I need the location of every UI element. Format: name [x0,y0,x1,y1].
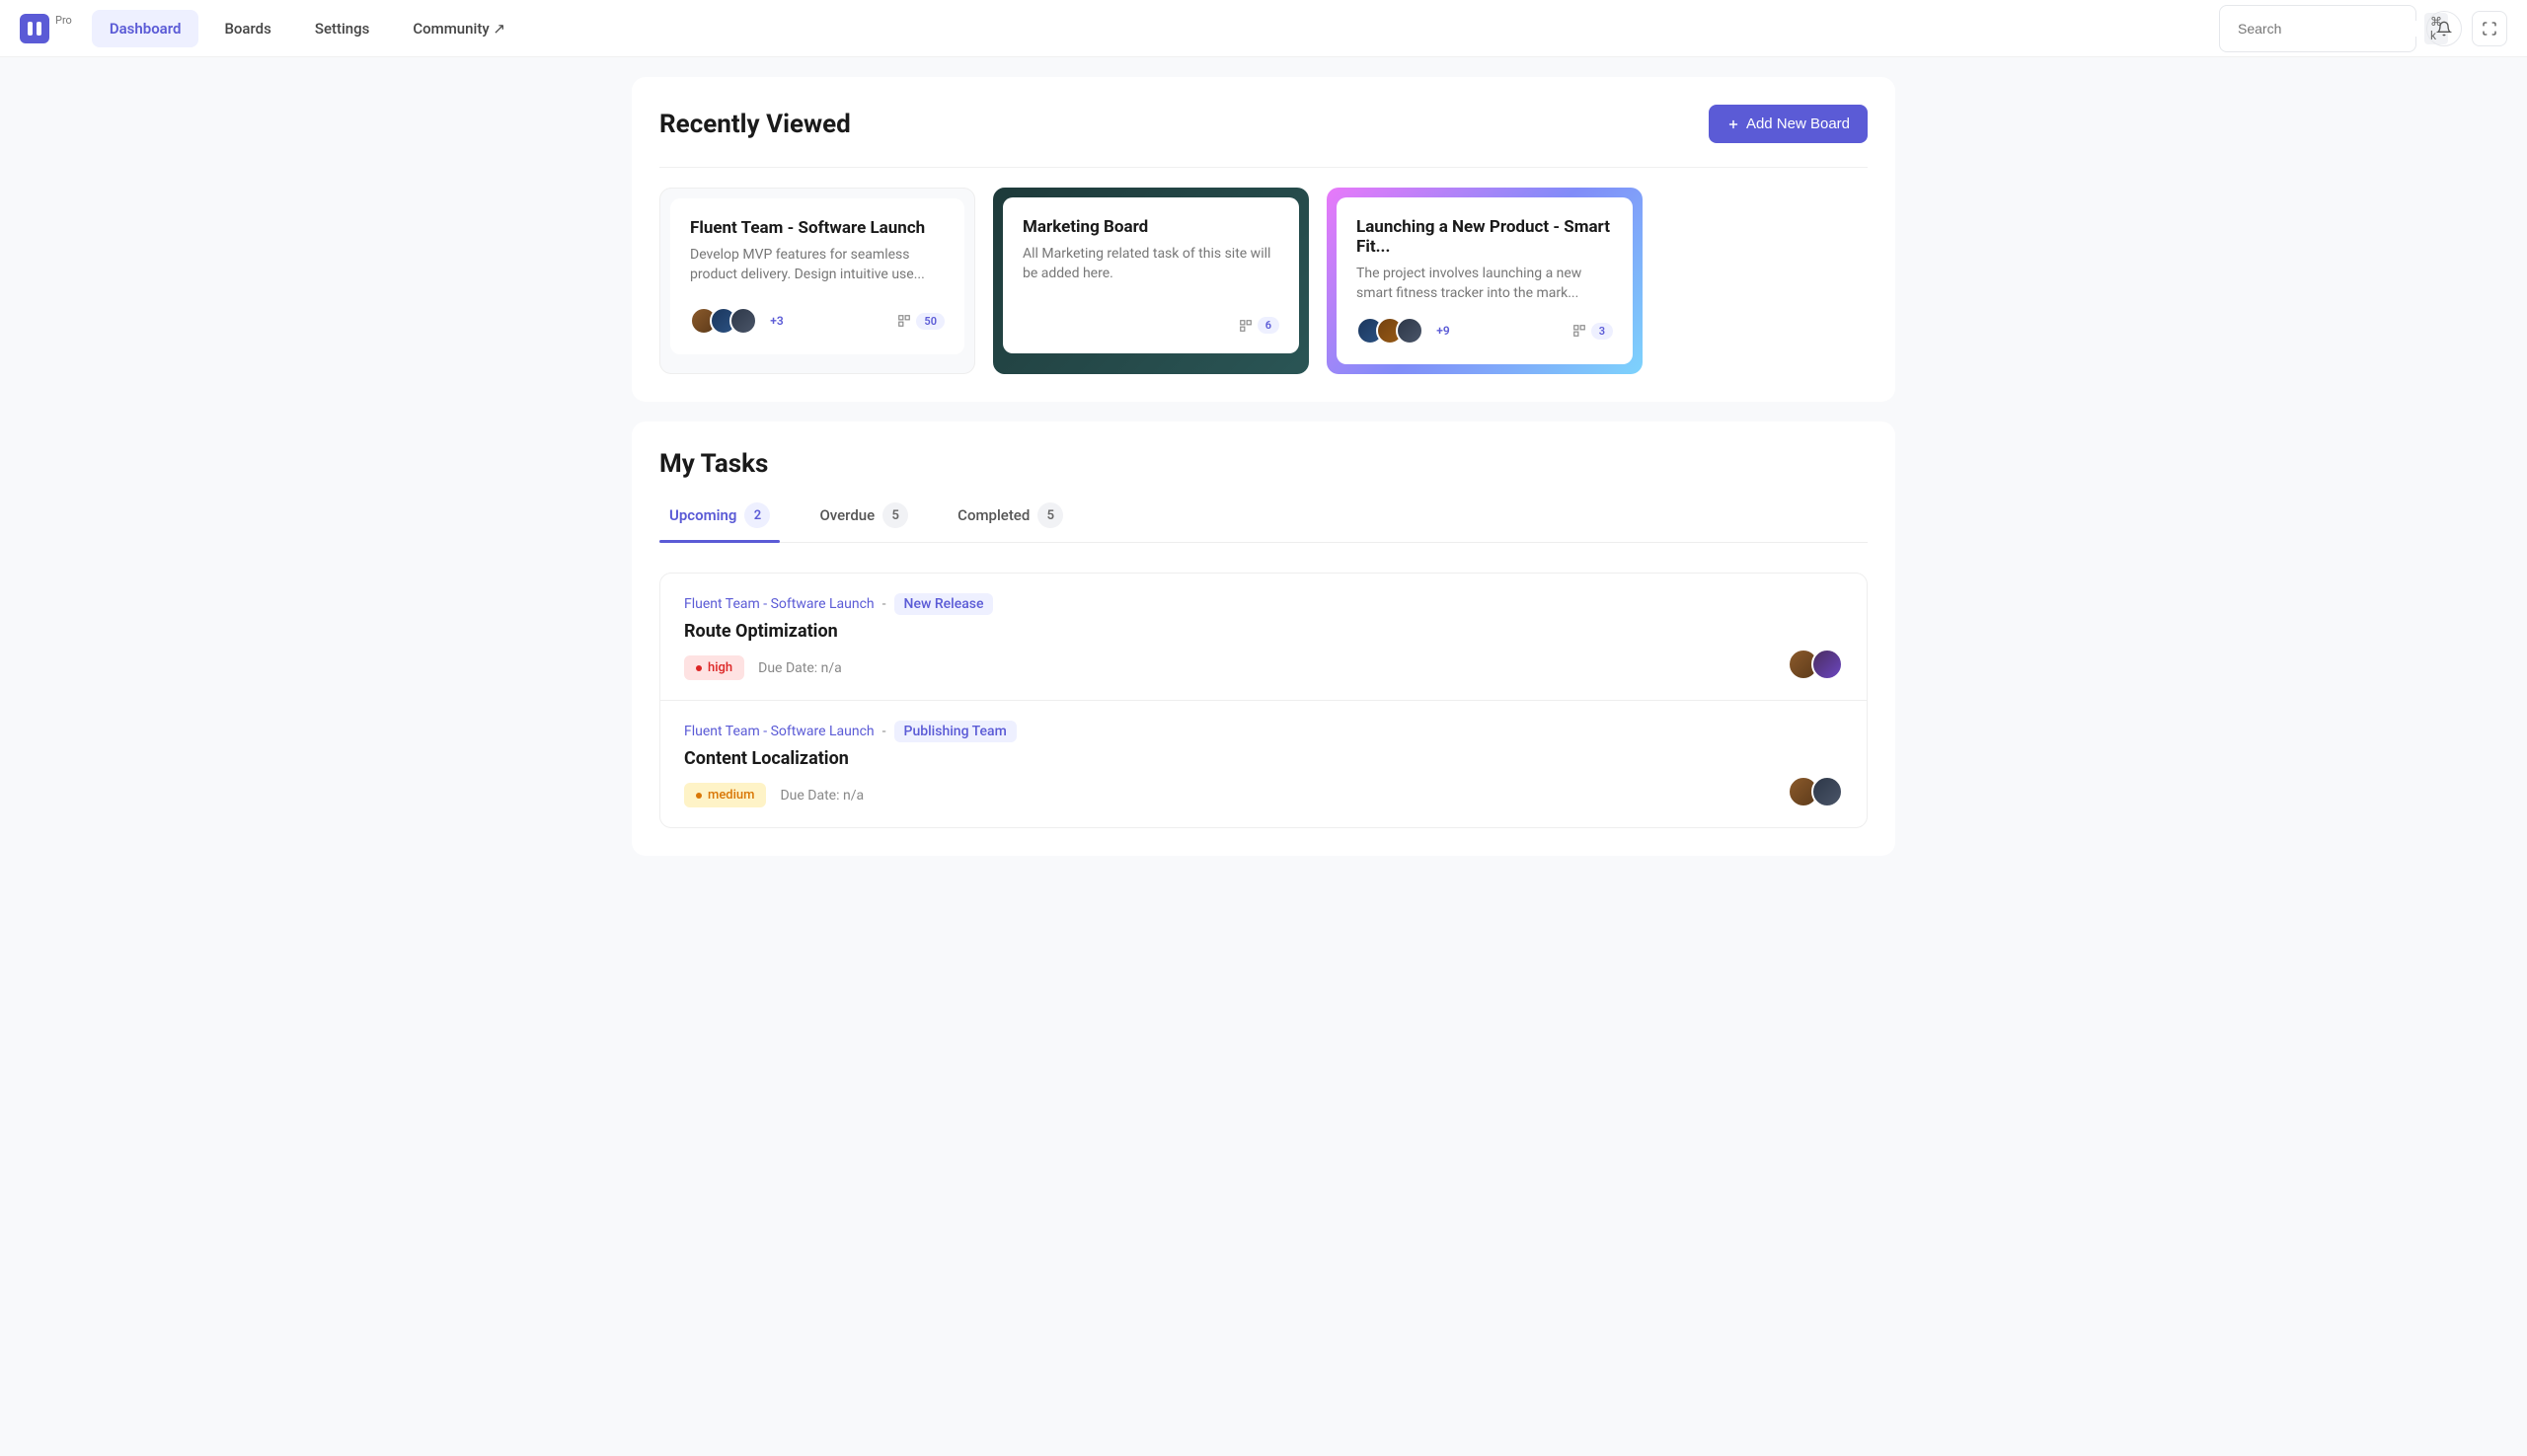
notifications-button[interactable] [2426,11,2462,46]
crumb-board[interactable]: Fluent Team - Software Launch [684,596,875,612]
board-card[interactable]: Fluent Team - Software Launch Develop MV… [659,188,975,374]
task-title: Route Optimization [684,621,993,642]
crumb-tag[interactable]: Publishing Team [894,721,1017,742]
search-input[interactable] [2238,21,2416,37]
top-nav: Pro Dashboard Boards Settings Community … [0,0,2527,57]
task-row[interactable]: Fluent Team - Software Launch - New Rele… [660,574,1867,701]
board-card[interactable]: Marketing Board All Marketing related ta… [993,188,1309,374]
avatar [729,307,757,335]
nav-dashboard[interactable]: Dashboard [92,10,199,47]
task-assignees [1788,776,1843,807]
tab-overdue[interactable]: Overdue 5 [809,489,918,542]
tab-label: Completed [957,506,1030,524]
crumb-board[interactable]: Fluent Team - Software Launch [684,724,875,739]
board-name: Launching a New Product - Smart Fit... [1356,217,1613,257]
board-task-count: 50 [897,313,945,330]
tiles-icon [1572,324,1586,338]
due-date: Due Date: n/a [780,788,864,804]
search-box[interactable]: ⌘ k [2219,5,2416,52]
nav-boards[interactable]: Boards [206,10,288,47]
board-name: Fluent Team - Software Launch [690,218,945,238]
my-tasks-panel: My Tasks Upcoming 2 Overdue 5 Completed … [632,421,1895,856]
priority-badge: medium [684,783,766,807]
crumb-tag[interactable]: New Release [894,593,994,615]
tab-count: 5 [882,502,908,528]
bell-icon [2436,21,2452,37]
crumb-sep: - [882,596,886,612]
tiles-icon [1239,319,1253,333]
avatar [1811,776,1843,807]
crumb-sep: - [882,724,886,739]
avatar-more: +3 [763,307,791,335]
task-tabs: Upcoming 2 Overdue 5 Completed 5 [659,489,1868,543]
board-members: +9 [1356,317,1457,345]
nav-community[interactable]: Community ↗ [395,10,523,47]
task-count-badge: 3 [1591,323,1613,340]
task-count-badge: 50 [916,313,945,330]
task-breadcrumb: Fluent Team - Software Launch - Publishi… [684,721,1017,742]
header-actions: ⌘ k [2219,5,2507,52]
board-desc: All Marketing related task of this site … [1023,245,1279,303]
task-title: Content Localization [684,748,1017,769]
board-card[interactable]: Launching a New Product - Smart Fit... T… [1327,188,1643,374]
board-desc: Develop MVP features for seamless produc… [690,246,945,293]
add-board-label: Add New Board [1746,115,1850,132]
expand-icon [2482,21,2497,37]
board-task-count: 6 [1239,317,1279,334]
task-list: Fluent Team - Software Launch - New Rele… [659,573,1868,828]
tab-count: 5 [1037,502,1063,528]
app-logo[interactable] [20,14,49,43]
fullscreen-button[interactable] [2472,11,2507,46]
boards-row: Fluent Team - Software Launch Develop MV… [659,167,1868,374]
board-name: Marketing Board [1023,217,1279,237]
priority-badge: high [684,655,744,680]
avatar [1396,317,1423,345]
tab-count: 2 [744,502,770,528]
tab-label: Overdue [819,506,875,524]
tab-completed[interactable]: Completed 5 [948,489,1073,542]
tiles-icon [897,314,911,328]
nav-settings[interactable]: Settings [297,10,388,47]
task-assignees [1788,649,1843,680]
plus-icon [1726,117,1740,131]
main-nav: Dashboard Boards Settings Community ↗ [92,10,523,47]
avatar-more: +9 [1429,317,1457,345]
task-row[interactable]: Fluent Team - Software Launch - Publishi… [660,701,1867,827]
board-members: +3 [690,307,791,335]
task-count-badge: 6 [1258,317,1279,334]
recently-viewed-panel: Recently Viewed Add New Board Fluent Tea… [632,77,1895,402]
avatar [1811,649,1843,680]
recently-viewed-title: Recently Viewed [659,110,851,139]
pro-badge: Pro [55,14,72,27]
tab-upcoming[interactable]: Upcoming 2 [659,489,780,542]
task-breadcrumb: Fluent Team - Software Launch - New Rele… [684,593,993,615]
tab-label: Upcoming [669,506,736,524]
board-task-count: 3 [1572,323,1613,340]
due-date: Due Date: n/a [758,660,842,676]
my-tasks-title: My Tasks [659,449,1868,479]
add-board-button[interactable]: Add New Board [1709,105,1868,143]
board-desc: The project involves launching a new sma… [1356,265,1613,303]
